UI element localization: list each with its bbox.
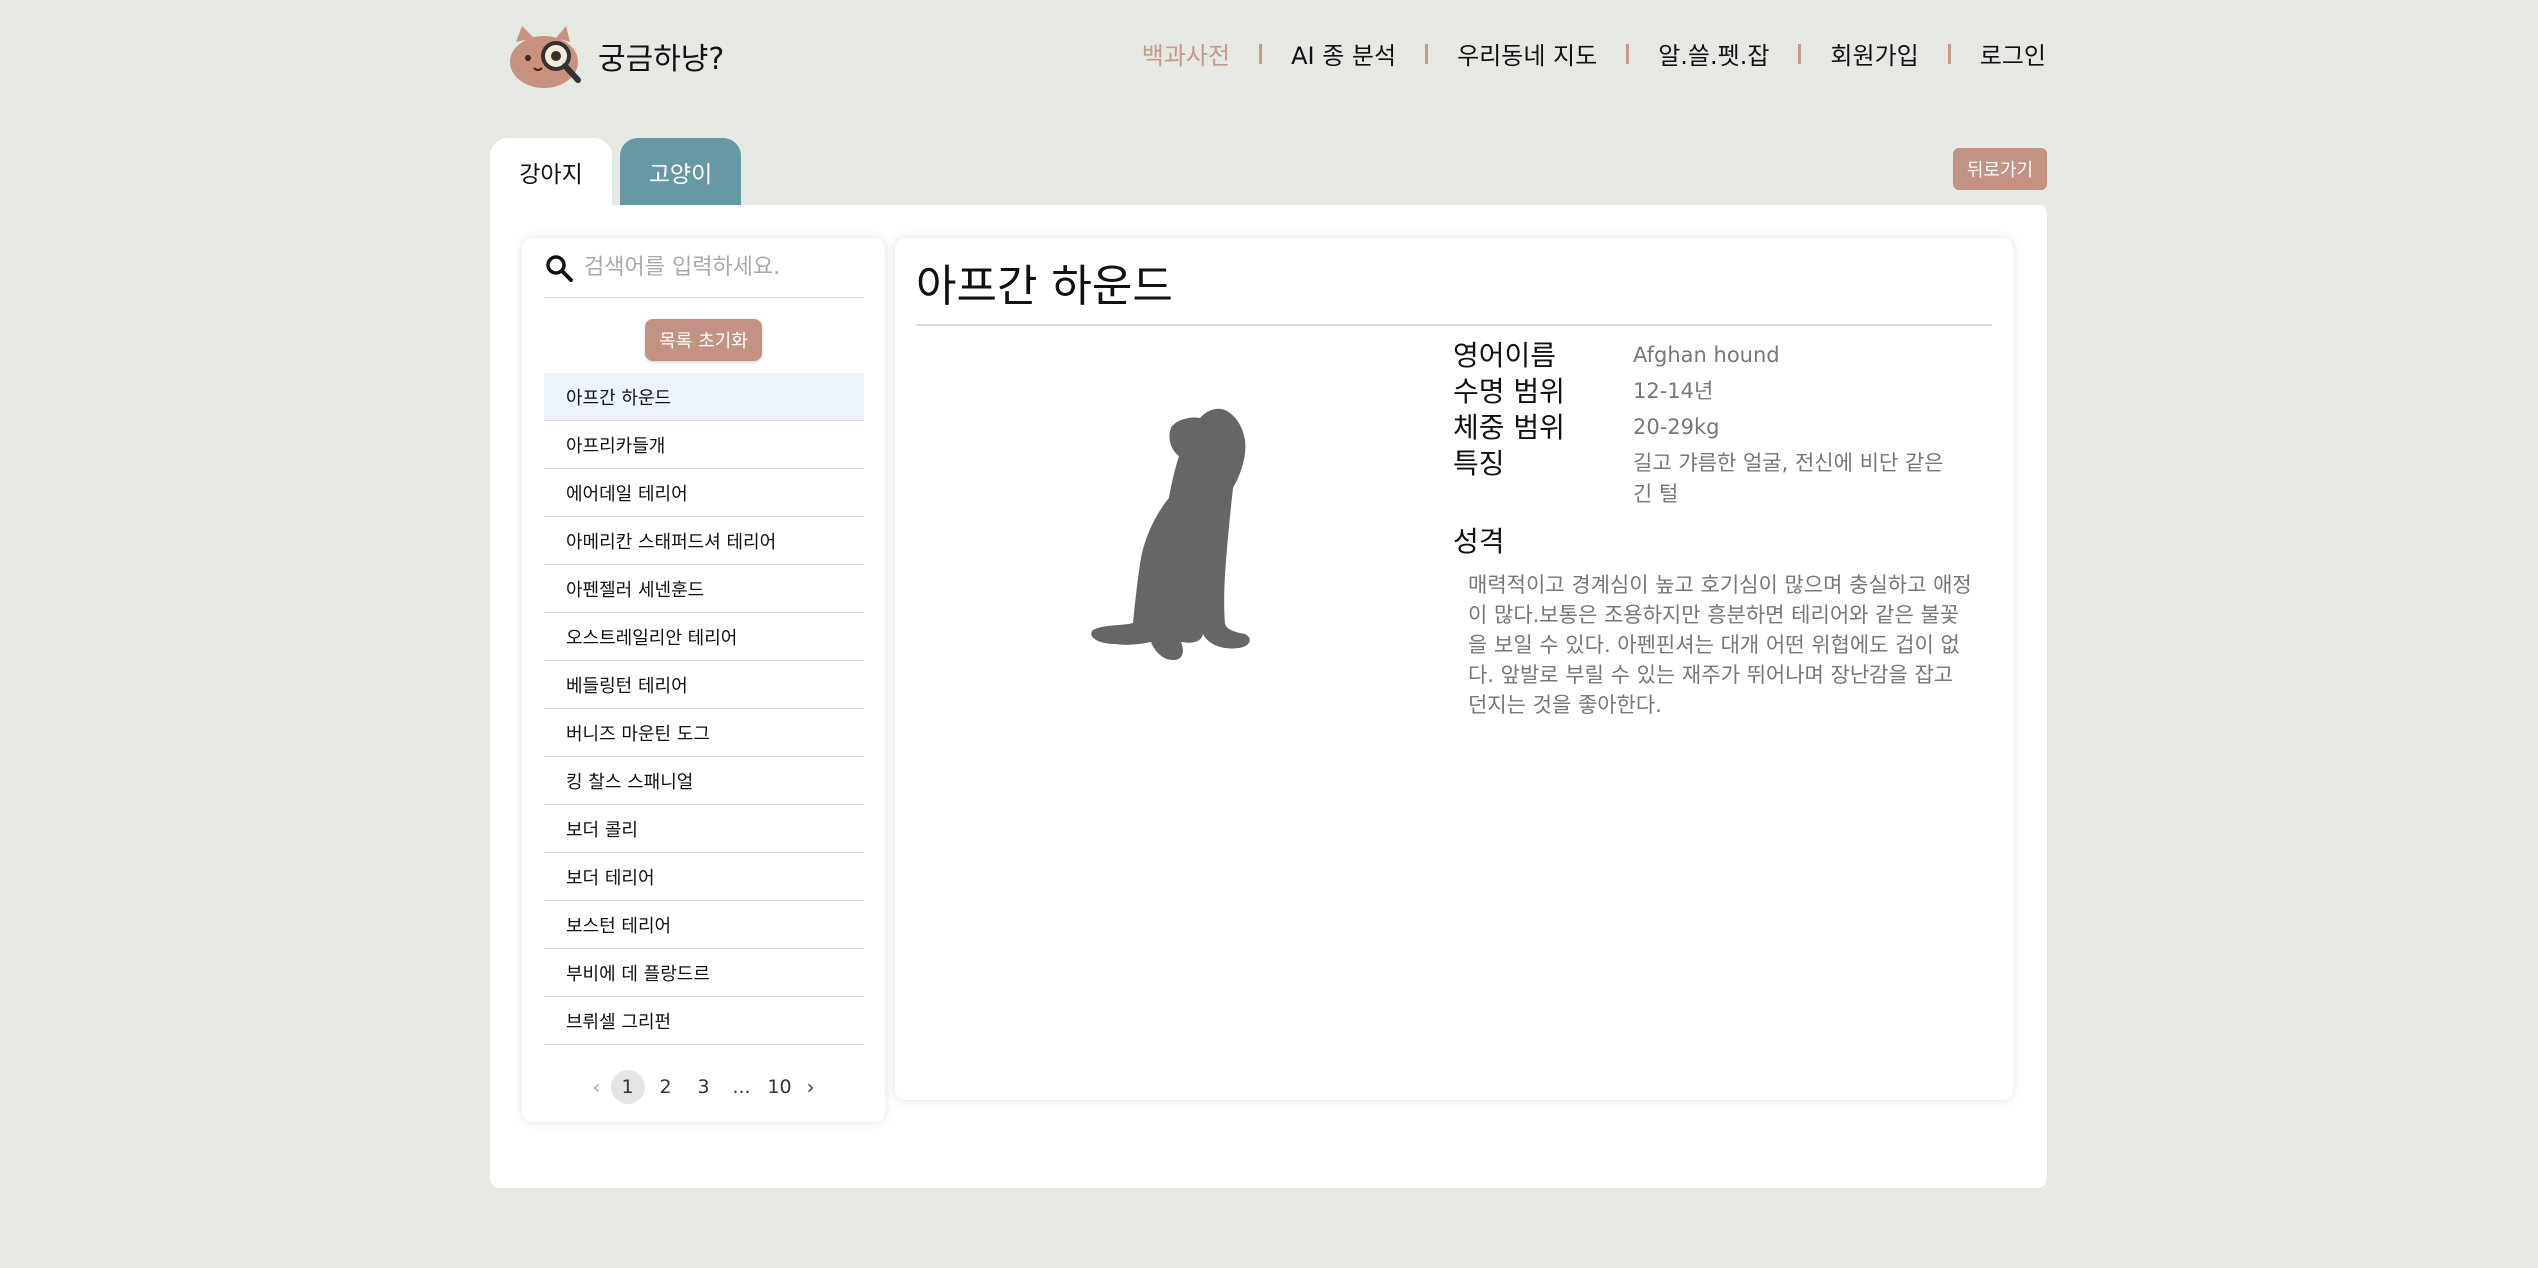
info-label: 수명 범위 [1453, 375, 1565, 408]
species-tabs: 강아지 고양이 [490, 138, 741, 206]
back-button[interactable]: 뒤로가기 [1953, 148, 2047, 190]
next-page-icon[interactable]: › [807, 1075, 815, 1099]
info-value: 길고 갸름한 얼굴, 전신에 비단 같은 긴 털 [1633, 451, 1944, 506]
info-value: Afghan hound [1633, 343, 1780, 367]
logo-text: 궁금하냥? [598, 42, 725, 77]
nav-divider [1798, 43, 1802, 64]
personality-text: 매력적이고 경계심이 높고 호기심이 많으며 충실하고 애정이 많다.보통은 조… [1468, 573, 1972, 717]
tab-cat[interactable]: 고양이 [620, 138, 741, 206]
divider [916, 324, 1992, 326]
dog-silhouette-icon [1091, 408, 1250, 660]
nav-neighborhood-map[interactable]: 우리동네 지도 [1457, 36, 1597, 71]
header: 궁금하냥? 백과사전 AI 종 분석 우리동네 지도 알.쓸.펫.잡 회원가입 … [0, 0, 2538, 110]
page-ellipsis: ... [732, 1076, 751, 1098]
nav-divider [1626, 43, 1630, 64]
search-input[interactable] [584, 255, 844, 280]
breed-list-item[interactable]: 아펜젤러 세넨훈드 [544, 565, 864, 613]
search-bar [544, 238, 864, 298]
personality-title: 성격 [1453, 525, 1505, 558]
info-value: 12-14년 [1633, 379, 1714, 403]
main-nav: 백과사전 AI 종 분석 우리동네 지도 알.쓸.펫.잡 회원가입 로그인 [1142, 36, 2046, 71]
breed-list-item[interactable]: 킹 찰스 스패니얼 [544, 757, 864, 805]
breed-list-item[interactable]: 브뤼셀 그리펀 [544, 997, 864, 1045]
breed-list-item[interactable]: 베들링턴 테리어 [544, 661, 864, 709]
reset-list-button[interactable]: 목록 초기화 [645, 319, 762, 361]
info-label: 특징 [1453, 447, 1505, 480]
breed-list-item[interactable]: 보더 테리어 [544, 853, 864, 901]
search-icon[interactable] [544, 253, 574, 283]
breed-list-item[interactable]: 에어데일 테리어 [544, 469, 864, 517]
info-row: 특징 길고 갸름한 얼굴, 전신에 비단 같은 긴 털 [1453, 446, 1973, 510]
breed-list-item[interactable]: 보더 콜리 [544, 805, 864, 853]
logo[interactable]: 궁금하냥? [508, 22, 724, 90]
page-number[interactable]: 1 [610, 1070, 645, 1104]
prev-page-icon[interactable]: ‹ [593, 1075, 601, 1099]
breed-list-item[interactable]: 보스턴 테리어 [544, 901, 864, 949]
nav-login[interactable]: 로그인 [1980, 36, 2046, 71]
breed-list-item[interactable]: 아프리카들개 [544, 421, 864, 469]
breed-list-item[interactable]: 부비에 데 플랑드르 [544, 949, 864, 997]
breed-sidebar: 목록 초기화 아프간 하운드 아프리카들개 에어데일 테리어 아메리칸 스태퍼드… [522, 238, 885, 1122]
tab-dog[interactable]: 강아지 [490, 138, 612, 206]
page-number[interactable]: 3 [687, 1070, 721, 1104]
breed-detail-card: 아프간 하운드 영어이름 Afghan hound 수명 범위 12-14년 체… [895, 238, 2013, 1100]
breed-list-item[interactable]: 버니즈 마운틴 도그 [544, 709, 864, 757]
info-row: 체중 범위 20-29kg [1453, 410, 1973, 446]
nav-pet-tips[interactable]: 알.쓸.펫.잡 [1658, 36, 1769, 71]
page-number[interactable]: 2 [649, 1070, 683, 1104]
pagination: ‹ 1 2 3 ... 10 › [522, 1070, 885, 1104]
info-row: 수명 범위 12-14년 [1453, 374, 1973, 410]
info-value: 20-29kg [1633, 415, 1720, 439]
breed-list: 아프간 하운드 아프리카들개 에어데일 테리어 아메리칸 스태퍼드셔 테리어 아… [544, 373, 864, 1045]
nav-divider [1947, 43, 1951, 64]
page-number[interactable]: 10 [763, 1070, 797, 1104]
nav-ai-breed-analysis[interactable]: AI 종 분석 [1291, 36, 1396, 71]
breed-title: 아프간 하운드 [916, 261, 1173, 312]
breed-info: 영어이름 Afghan hound 수명 범위 12-14년 체중 범위 20-… [1453, 338, 1973, 510]
nav-signup[interactable]: 회원가입 [1830, 36, 1918, 71]
info-label: 영어이름 [1453, 339, 1557, 372]
nav-encyclopedia[interactable]: 백과사전 [1142, 36, 1230, 71]
breed-list-item[interactable]: 아프간 하운드 [544, 373, 864, 421]
breed-list-item[interactable]: 오스트레일리안 테리어 [544, 613, 864, 661]
nav-divider [1259, 43, 1263, 64]
breed-list-item[interactable]: 아메리칸 스태퍼드셔 테리어 [544, 517, 864, 565]
nav-divider [1425, 43, 1429, 64]
info-row: 영어이름 Afghan hound [1453, 338, 1973, 374]
cat-magnifier-logo-icon [510, 26, 581, 88]
info-label: 체중 범위 [1453, 411, 1565, 444]
